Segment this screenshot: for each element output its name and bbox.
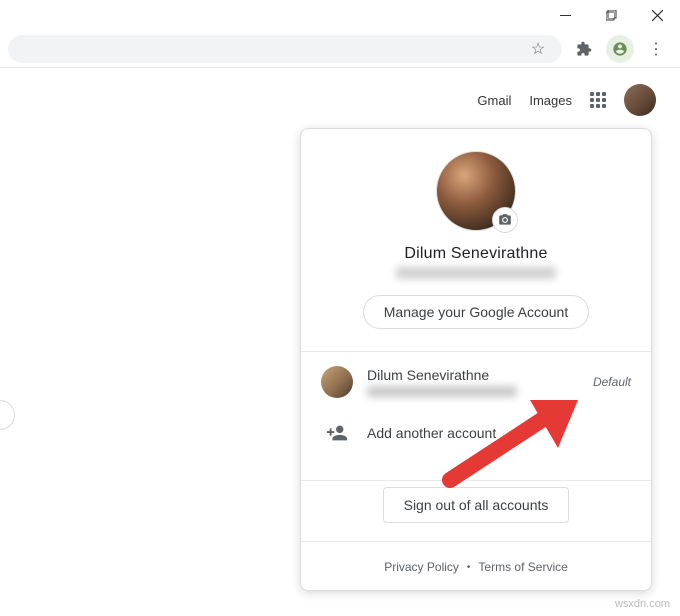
account-avatar bbox=[321, 366, 353, 398]
camera-icon[interactable] bbox=[492, 207, 518, 233]
account-popup: Dilum Senevirathne Manage your Google Ac… bbox=[300, 128, 652, 591]
account-info: Dilum Senevirathne bbox=[367, 367, 579, 397]
add-person-icon bbox=[321, 422, 353, 444]
privacy-link[interactable]: Privacy Policy bbox=[384, 560, 459, 574]
account-row-email bbox=[367, 386, 517, 397]
address-bar[interactable]: ☆ bbox=[8, 35, 562, 63]
window-controls bbox=[542, 0, 680, 30]
separator-dot: • bbox=[467, 562, 471, 573]
avatar[interactable] bbox=[624, 84, 656, 116]
default-label: Default bbox=[593, 375, 631, 389]
profile-chip[interactable] bbox=[606, 35, 634, 63]
account-name: Dilum Senevirathne bbox=[404, 245, 547, 263]
star-icon[interactable]: ☆ bbox=[524, 35, 552, 63]
add-account-label: Add another account bbox=[367, 425, 496, 441]
maximize-button[interactable] bbox=[588, 0, 634, 30]
menu-icon[interactable]: ⋮ bbox=[642, 35, 670, 63]
apps-icon[interactable] bbox=[590, 92, 606, 108]
account-row-name: Dilum Senevirathne bbox=[367, 367, 579, 383]
gmail-link[interactable]: Gmail bbox=[477, 93, 511, 108]
account-row[interactable]: Dilum Senevirathne Default bbox=[301, 352, 651, 408]
extensions-icon[interactable] bbox=[570, 35, 598, 63]
signout-button[interactable]: Sign out of all accounts bbox=[383, 487, 570, 523]
page-header: Gmail Images bbox=[477, 84, 656, 116]
browser-toolbar: ☆ ⋮ bbox=[0, 30, 680, 68]
images-link[interactable]: Images bbox=[529, 93, 572, 108]
divider bbox=[301, 480, 651, 481]
account-email bbox=[396, 267, 556, 279]
minimize-button[interactable] bbox=[542, 0, 588, 30]
avatar-large bbox=[436, 151, 516, 231]
popup-footer: Privacy Policy • Terms of Service bbox=[301, 541, 651, 590]
terms-link[interactable]: Terms of Service bbox=[478, 560, 567, 574]
watermark: wsxdn.com bbox=[615, 598, 670, 610]
nav-indicator bbox=[0, 400, 15, 430]
add-account-row[interactable]: Add another account bbox=[301, 408, 651, 458]
close-button[interactable] bbox=[634, 0, 680, 30]
manage-account-button[interactable]: Manage your Google Account bbox=[363, 295, 589, 329]
